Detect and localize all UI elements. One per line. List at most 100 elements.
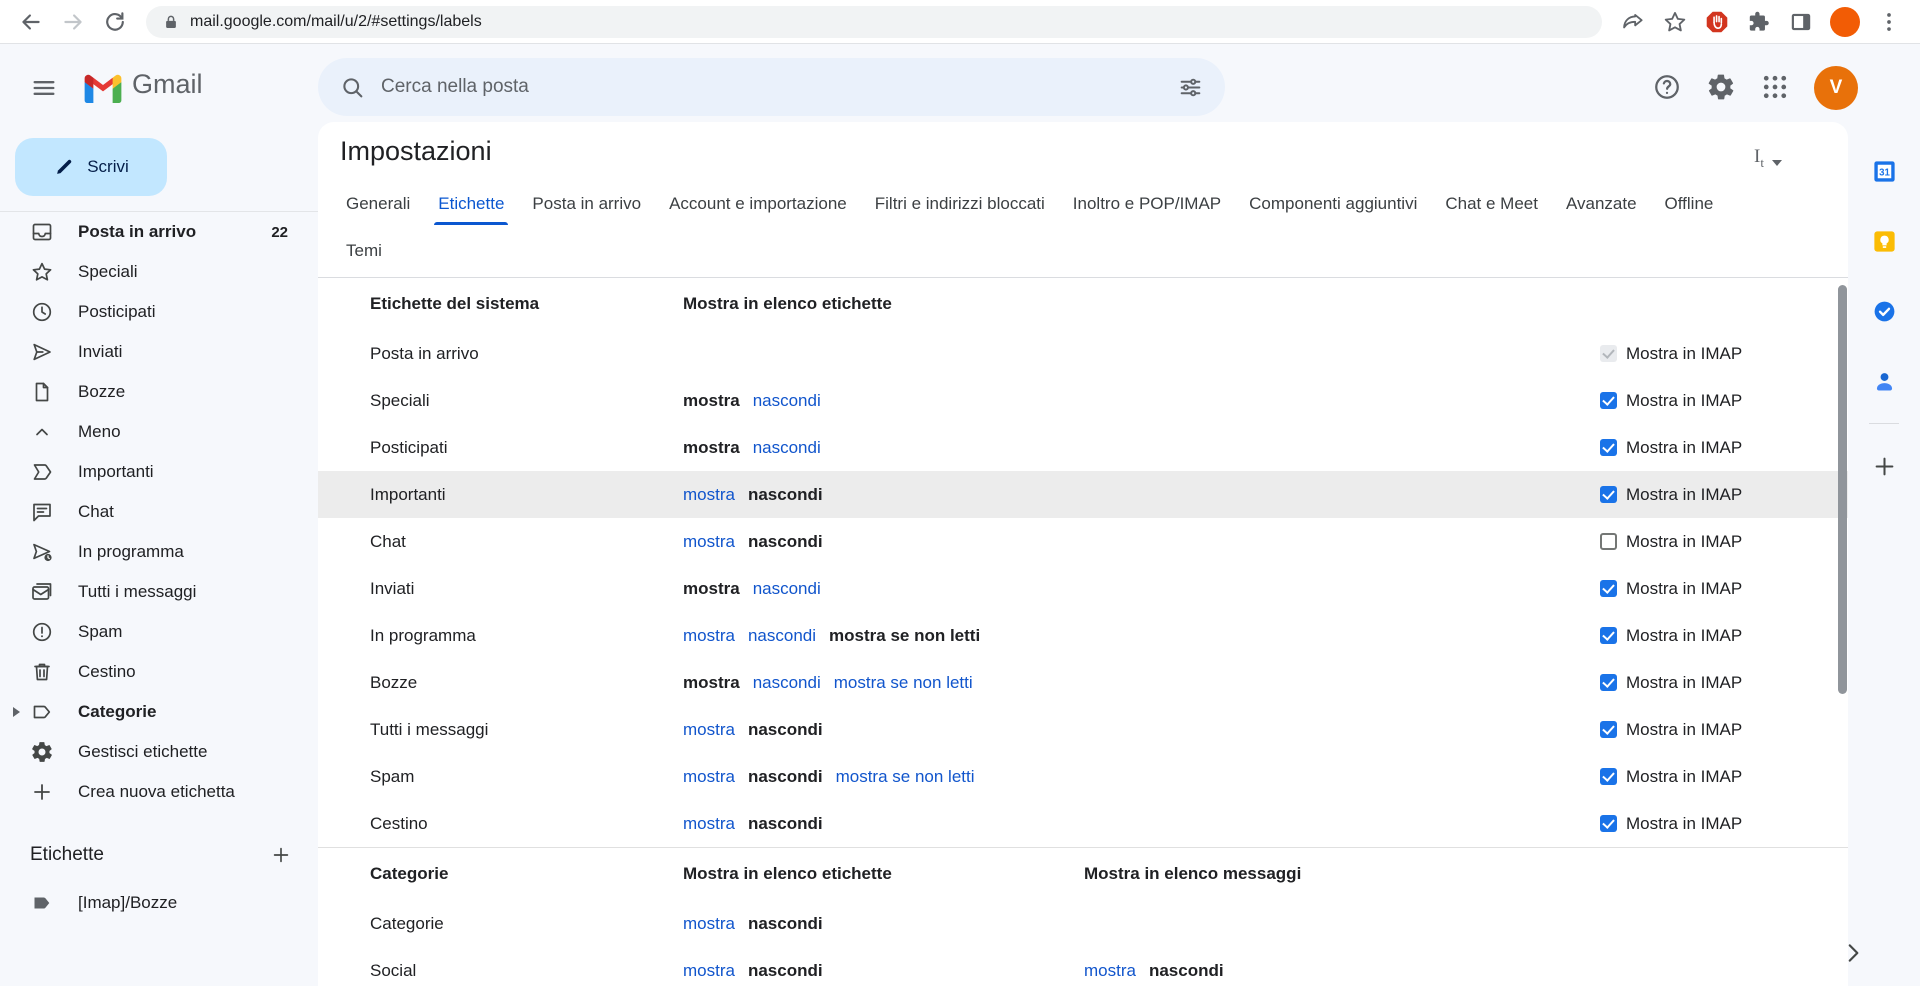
sidebar-item-categorie[interactable]: Categorie [0,692,318,732]
sidebar-item-posticipati[interactable]: Posticipati [0,292,318,332]
tab-avanzate[interactable]: Avanzate [1552,180,1651,228]
settings-tabs-row2: Temi [318,228,1848,274]
option-link[interactable]: mostra [683,767,735,787]
sidebar-item-spam[interactable]: Spam [0,612,318,652]
expander-triangle-icon[interactable] [13,707,20,717]
option-link[interactable]: nascondi [748,626,816,646]
option-link[interactable]: nascondi [753,391,821,411]
tab-offline[interactable]: Offline [1651,180,1728,228]
create-label-plus-icon[interactable] [270,844,292,866]
calendar-icon[interactable]: 31 [1864,151,1904,191]
labels-section-header: Etichette [0,835,318,875]
search-filter-icon[interactable] [1178,75,1203,100]
main-menu-icon[interactable] [30,74,58,102]
row-label: Tutti i messaggi [370,720,683,740]
imap-label: Mostra in IMAP [1626,814,1742,834]
imap-checkbox[interactable] [1600,768,1617,785]
imap-cell: Mostra in IMAP [1600,485,1848,505]
keep-icon[interactable] [1864,221,1904,261]
adblock-icon[interactable] [1704,9,1730,35]
apps-grid-icon[interactable] [1760,72,1790,102]
share-icon[interactable] [1620,9,1646,35]
scheduled-send-icon [30,540,54,564]
sidebar-item-bozze[interactable]: Bozze [0,372,318,412]
imap-checkbox[interactable] [1600,721,1617,738]
sidebar-item-importanti[interactable]: Importanti [0,452,318,492]
input-tools-button[interactable]: It [1754,146,1782,171]
gear-icon [30,740,54,764]
sidebar-item-posta-in-arrivo[interactable]: Posta in arrivo22 [0,212,318,252]
address-bar[interactable]: mail.google.com/mail/u/2/#settings/label… [146,6,1602,38]
back-icon[interactable] [18,9,44,35]
browser-menu-icon[interactable] [1876,9,1902,35]
sidebar-item-in-programma[interactable]: In programma [0,532,318,572]
collapse-panel-chevron-icon[interactable] [1840,940,1866,966]
row-options: mostranascondi [683,720,1600,740]
option-link[interactable]: nascondi [753,438,821,458]
scrollbar-thumb[interactable] [1838,285,1847,694]
sidebar-item-tutti-i-messaggi[interactable]: Tutti i messaggi [0,572,318,612]
imap-checkbox[interactable] [1600,674,1617,691]
option-link[interactable]: nascondi [753,579,821,599]
imap-checkbox[interactable] [1600,815,1617,832]
tab-account-e-importazione[interactable]: Account e importazione [655,180,861,228]
imap-checkbox[interactable] [1600,580,1617,597]
contacts-icon[interactable] [1864,361,1904,401]
compose-button[interactable]: Scrivi [15,138,167,196]
sidebar-item-chat[interactable]: Chat [0,492,318,532]
account-avatar[interactable]: V [1814,66,1858,110]
forward-icon[interactable] [60,9,86,35]
imap-checkbox[interactable] [1600,627,1617,644]
search-icon[interactable] [340,75,365,100]
imap-cell: Mostra in IMAP [1600,814,1848,834]
row-options: mostranascondi [683,391,1600,411]
tab-posta-in-arrivo[interactable]: Posta in arrivo [518,180,655,228]
tab-generali[interactable]: Generali [332,180,424,228]
sidebar-item-gestisci-etichette[interactable]: Gestisci etichette [0,732,318,772]
option-link[interactable]: mostra [683,485,735,505]
get-addons-plus-icon[interactable] [1864,446,1904,486]
settings-gear-icon[interactable] [1706,72,1736,102]
imap-checkbox[interactable] [1600,486,1617,503]
help-icon[interactable] [1652,72,1682,102]
option-link[interactable]: nascondi [753,673,821,693]
sidebar-item-label: In programma [78,542,184,562]
option-link[interactable]: mostra [683,914,735,934]
sidebar-item-meno[interactable]: Meno [0,412,318,452]
imap-checkbox[interactable] [1600,533,1617,550]
sidebar-item-speciali[interactable]: Speciali [0,252,318,292]
tab-inoltro-e-pop-imap[interactable]: Inoltro e POP/IMAP [1059,180,1235,228]
option-current: mostra [683,673,740,693]
option-current: nascondi [748,767,823,787]
search-bar[interactable]: Cerca nella posta [318,58,1225,116]
extensions-icon[interactable] [1746,9,1772,35]
tab-chat-e-meet[interactable]: Chat e Meet [1431,180,1552,228]
option-link[interactable]: mostra [683,961,735,981]
reload-icon[interactable] [102,9,128,35]
bookmark-star-icon[interactable] [1662,9,1688,35]
option-link[interactable]: mostra [683,814,735,834]
option-link[interactable]: mostra se non letti [836,767,975,787]
sidebar-item-inviati[interactable]: Inviati [0,332,318,372]
chat-icon [30,500,54,524]
option-link[interactable]: mostra se non letti [834,673,973,693]
browser-profile-avatar[interactable] [1830,7,1860,37]
option-link[interactable]: mostra [683,720,735,740]
sidebar-item-crea-nuova-etichetta[interactable]: Crea nuova etichetta [0,772,318,812]
option-link[interactable]: mostra [1084,961,1136,981]
option-link[interactable]: mostra [683,532,735,552]
imap-checkbox[interactable] [1600,392,1617,409]
tasks-icon[interactable] [1864,291,1904,331]
imap-checkbox[interactable] [1600,439,1617,456]
option-current: nascondi [748,914,823,934]
tab-componenti-aggiuntivi[interactable]: Componenti aggiuntivi [1235,180,1431,228]
side-panel-icon[interactable] [1788,9,1814,35]
screen: mail.google.com/mail/u/2/#settings/label… [0,0,1920,986]
option-link[interactable]: mostra [683,626,735,646]
system-labels-header: Etichette del sistema Mostra in elenco e… [318,278,1848,330]
tab-etichette[interactable]: Etichette [424,180,518,228]
tab-temi[interactable]: Temi [332,228,396,274]
sidebar-item-cestino[interactable]: Cestino [0,652,318,692]
tab-filtri-e-indirizzi-bloccati[interactable]: Filtri e indirizzi bloccati [861,180,1059,228]
user-label-imap-bozze[interactable]: [Imap]/Bozze [0,883,318,923]
